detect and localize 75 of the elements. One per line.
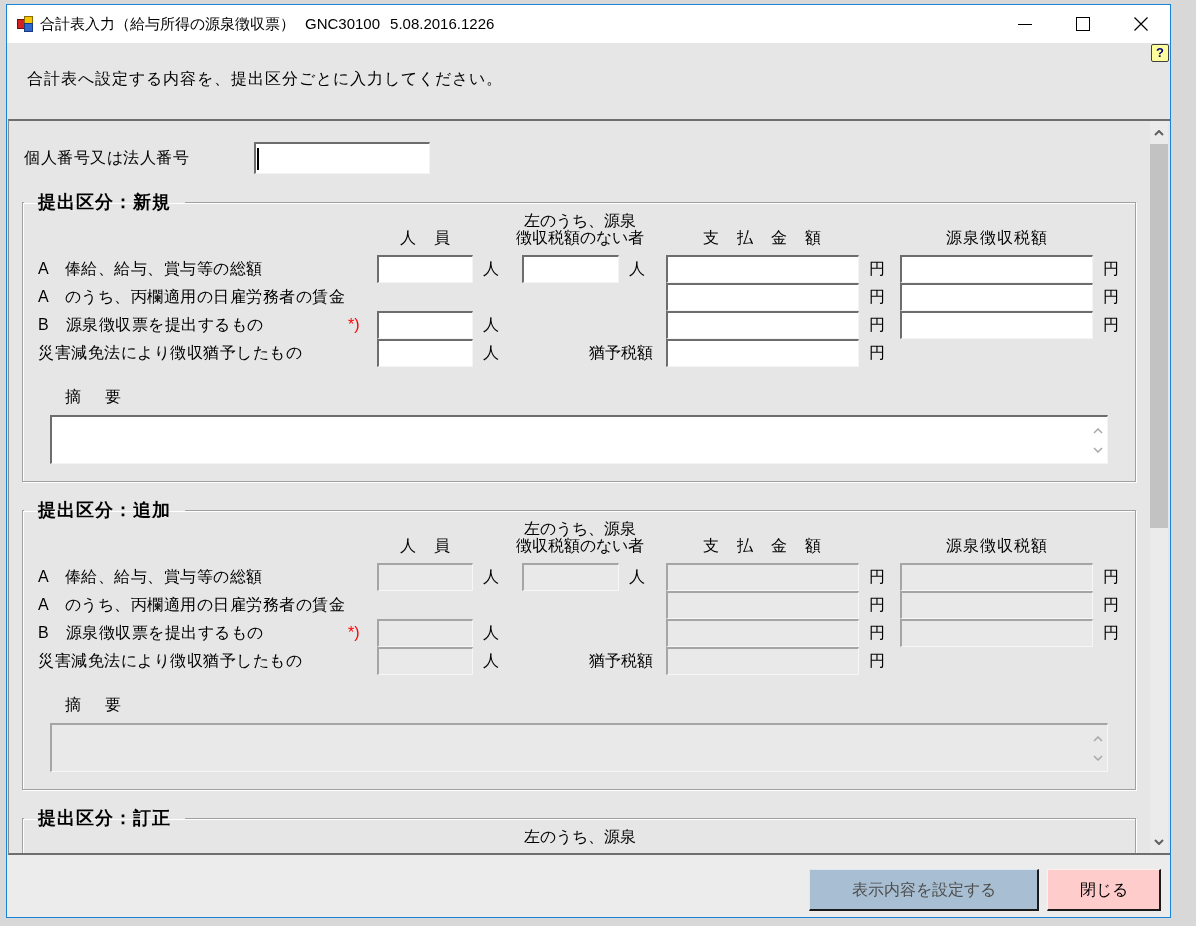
id-number-label: 個人番号又は法人番号 [24, 148, 190, 168]
payment-amount-field[interactable] [666, 283, 859, 311]
version-number: 5.08.2016.1226 [390, 14, 495, 34]
tax-amount-field[interactable] [900, 311, 1093, 339]
close-button[interactable]: 閉じる [1047, 869, 1161, 911]
unit-label: 円 [868, 651, 886, 671]
summary-label: 摘 要 [65, 695, 125, 715]
unit-label: 円 [868, 623, 886, 643]
people-count-field[interactable] [377, 339, 473, 367]
summary-label: 摘 要 [65, 387, 125, 407]
tax-amount-field[interactable] [900, 283, 1093, 311]
unit-label: 円 [868, 343, 886, 363]
column-header: 左のうち、源泉 徴収税額のない者 [514, 212, 645, 246]
scroll-up-icon[interactable] [1154, 130, 1164, 136]
section-legend: 提出区分：訂正 [24, 808, 185, 828]
unit-label: 円 [868, 595, 886, 615]
unit-label: 円 [1102, 567, 1120, 587]
row-label: A 俸給、給与、賞与等の総額 [38, 259, 264, 279]
unit-label: 円 [1102, 595, 1120, 615]
column-header: 支 払 金 額 [702, 537, 823, 554]
exempt-count-field[interactable] [522, 255, 619, 283]
unit-label: 円 [1102, 623, 1120, 643]
column-header: 源泉徴収税額 [944, 537, 1049, 554]
tax-amount-field[interactable] [900, 255, 1093, 283]
required-mark: *) [348, 315, 361, 335]
unit-label: 人 [628, 567, 646, 587]
id-number-field[interactable] [254, 142, 430, 174]
row-label: A 俸給、給与、賞与等の総額 [38, 567, 264, 587]
row-label: 災害減免法により徴収猶予したもの [38, 651, 303, 671]
column-header: 源泉徴収税額 [944, 229, 1049, 246]
row-label: A のうち、丙欄適用の日雇労務者の賃金 [38, 287, 347, 307]
payment-amount-field[interactable] [666, 339, 859, 367]
unit-label: 人 [482, 651, 500, 671]
minimize-icon[interactable] [1018, 23, 1032, 25]
field-caption: 猶予税額 [588, 343, 654, 363]
required-mark: *) [348, 623, 361, 643]
people-count-field[interactable] [377, 255, 473, 283]
field-caption: 猶予税額 [588, 651, 654, 671]
unit-label: 円 [868, 259, 886, 279]
column-header: 左のうち、源泉 [522, 828, 637, 845]
row-label: 災害減免法により徴収猶予したもの [38, 343, 303, 363]
scrollbar[interactable] [1150, 121, 1168, 853]
scrollbar-thumb[interactable] [1150, 144, 1168, 528]
unit-label: 円 [1102, 259, 1120, 279]
window-title: 合計表入力（給与所得の源泉徴収票） [40, 14, 295, 34]
payment-amount-field[interactable] [666, 255, 859, 283]
unit-label: 人 [482, 623, 500, 643]
unit-label: 円 [868, 287, 886, 307]
section-legend: 提出区分：追加 [24, 500, 185, 520]
people-count-field[interactable] [377, 311, 473, 339]
unit-label: 円 [1102, 315, 1120, 335]
program-id: GNC30100 [305, 14, 381, 34]
column-header: 左のうち、源泉 徴収税額のない者 [514, 520, 645, 554]
unit-label: 円 [868, 567, 886, 587]
unit-label: 円 [868, 315, 886, 335]
unit-label: 人 [482, 567, 500, 587]
unit-label: 円 [1102, 287, 1120, 307]
column-header: 支 払 金 額 [702, 229, 823, 246]
row-label: A のうち、丙欄適用の日雇労務者の賃金 [38, 595, 347, 615]
help-icon[interactable]: ? [1151, 44, 1169, 62]
unit-label: 人 [482, 315, 500, 335]
close-icon[interactable] [1134, 17, 1148, 31]
unit-label: 人 [628, 259, 646, 279]
section-legend: 提出区分：新規 [24, 192, 185, 212]
row-label: B 源泉徴収票を提出するもの [38, 623, 265, 643]
app-icon [17, 16, 33, 32]
scroll-down-icon[interactable] [1154, 839, 1164, 845]
row-label: B 源泉徴収票を提出するもの [38, 315, 265, 335]
instruction-text: 合計表へ設定する内容を、提出区分ごとに入力してください。 [27, 69, 503, 89]
maximize-icon[interactable] [1076, 17, 1090, 31]
unit-label: 人 [482, 259, 500, 279]
column-header: 人 員 [398, 229, 452, 246]
column-header: 人 員 [398, 537, 452, 554]
unit-label: 人 [482, 343, 500, 363]
payment-amount-field[interactable] [666, 311, 859, 339]
